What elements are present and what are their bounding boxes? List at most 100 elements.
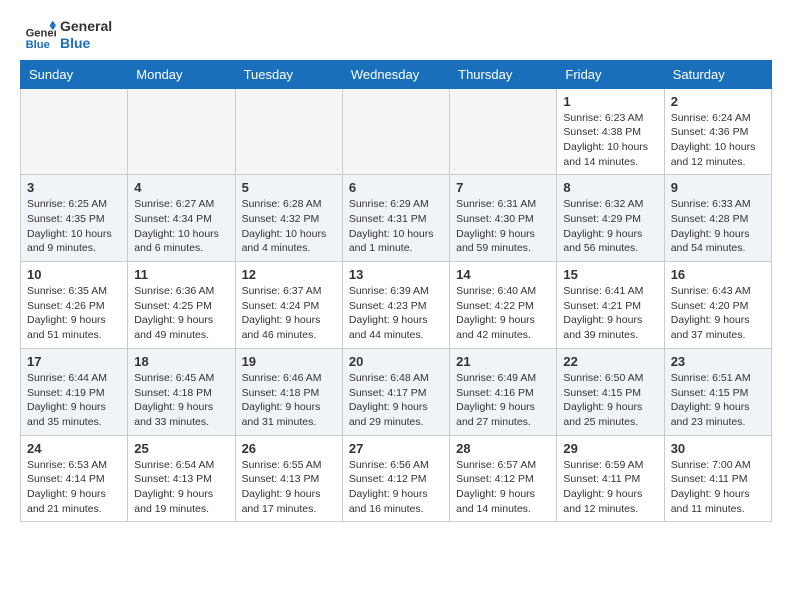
calendar-header-friday: Friday <box>557 60 664 88</box>
calendar-day: 17 Sunrise: 6:44 AM Sunset: 4:19 PM Dayli… <box>21 348 128 435</box>
calendar-day: 26 Sunrise: 6:55 AM Sunset: 4:13 PM Dayli… <box>235 435 342 522</box>
day-info: Sunrise: 6:31 AM Sunset: 4:30 PM Dayligh… <box>456 197 550 256</box>
day-number: 19 <box>242 354 336 369</box>
calendar-day: 15 Sunrise: 6:41 AM Sunset: 4:21 PM Dayli… <box>557 262 664 349</box>
calendar-day: 18 Sunrise: 6:45 AM Sunset: 4:18 PM Dayli… <box>128 348 235 435</box>
day-number: 28 <box>456 441 550 456</box>
day-info: Sunrise: 6:23 AM Sunset: 4:38 PM Dayligh… <box>563 111 657 170</box>
day-info: Sunrise: 6:39 AM Sunset: 4:23 PM Dayligh… <box>349 284 443 343</box>
calendar-day <box>235 88 342 175</box>
calendar-header-monday: Monday <box>128 60 235 88</box>
day-info: Sunrise: 6:36 AM Sunset: 4:25 PM Dayligh… <box>134 284 228 343</box>
day-info: Sunrise: 6:55 AM Sunset: 4:13 PM Dayligh… <box>242 458 336 517</box>
day-number: 3 <box>27 180 121 195</box>
day-info: Sunrise: 6:50 AM Sunset: 4:15 PM Dayligh… <box>563 371 657 430</box>
day-number: 16 <box>671 267 765 282</box>
svg-text:Blue: Blue <box>26 39 50 51</box>
day-number: 30 <box>671 441 765 456</box>
calendar-week-3: 10Sunrise: 6:35 AM Sunset: 4:26 PM Dayli… <box>21 262 772 349</box>
day-number: 22 <box>563 354 657 369</box>
calendar-day: 6 Sunrise: 6:29 AM Sunset: 4:31 PM Daylig… <box>342 175 449 262</box>
logo-icon: General Blue <box>24 19 56 51</box>
day-number: 17 <box>27 354 121 369</box>
calendar-day: 29Sunrise: 6:59 AM Sunset: 4:11 PM Dayli… <box>557 435 664 522</box>
day-number: 10 <box>27 267 121 282</box>
calendar-day: 5 Sunrise: 6:28 AM Sunset: 4:32 PM Daylig… <box>235 175 342 262</box>
logo: General Blue General Blue <box>24 18 112 52</box>
logo-text-blue: Blue <box>60 35 112 52</box>
day-number: 26 <box>242 441 336 456</box>
day-info: Sunrise: 6:43 AM Sunset: 4:20 PM Dayligh… <box>671 284 765 343</box>
day-number: 23 <box>671 354 765 369</box>
day-number: 25 <box>134 441 228 456</box>
day-number: 13 <box>349 267 443 282</box>
day-info: Sunrise: 6:56 AM Sunset: 4:12 PM Dayligh… <box>349 458 443 517</box>
day-info: Sunrise: 7:00 AM Sunset: 4:11 PM Dayligh… <box>671 458 765 517</box>
calendar-day: 11 Sunrise: 6:36 AM Sunset: 4:25 PM Dayli… <box>128 262 235 349</box>
day-info: Sunrise: 6:32 AM Sunset: 4:29 PM Dayligh… <box>563 197 657 256</box>
day-number: 9 <box>671 180 765 195</box>
page-header: General Blue General Blue <box>0 0 792 60</box>
calendar-day: 9 Sunrise: 6:33 AM Sunset: 4:28 PM Daylig… <box>664 175 771 262</box>
day-number: 7 <box>456 180 550 195</box>
day-number: 11 <box>134 267 228 282</box>
calendar-day: 14Sunrise: 6:40 AM Sunset: 4:22 PM Dayli… <box>450 262 557 349</box>
day-number: 5 <box>242 180 336 195</box>
calendar-header-thursday: Thursday <box>450 60 557 88</box>
day-info: Sunrise: 6:51 AM Sunset: 4:15 PM Dayligh… <box>671 371 765 430</box>
calendar-day: 2Sunrise: 6:24 AM Sunset: 4:36 PM Daylig… <box>664 88 771 175</box>
day-number: 15 <box>563 267 657 282</box>
day-info: Sunrise: 6:46 AM Sunset: 4:18 PM Dayligh… <box>242 371 336 430</box>
day-number: 12 <box>242 267 336 282</box>
calendar-day: 19 Sunrise: 6:46 AM Sunset: 4:18 PM Dayli… <box>235 348 342 435</box>
calendar-day: 16 Sunrise: 6:43 AM Sunset: 4:20 PM Dayli… <box>664 262 771 349</box>
day-info: Sunrise: 6:40 AM Sunset: 4:22 PM Dayligh… <box>456 284 550 343</box>
calendar-day: 30 Sunrise: 7:00 AM Sunset: 4:11 PM Dayli… <box>664 435 771 522</box>
day-info: Sunrise: 6:33 AM Sunset: 4:28 PM Dayligh… <box>671 197 765 256</box>
calendar-day <box>342 88 449 175</box>
day-info: Sunrise: 6:41 AM Sunset: 4:21 PM Dayligh… <box>563 284 657 343</box>
calendar-day: 25Sunrise: 6:54 AM Sunset: 4:13 PM Dayli… <box>128 435 235 522</box>
day-number: 8 <box>563 180 657 195</box>
svg-text:General: General <box>26 27 56 39</box>
calendar-day: 21 Sunrise: 6:49 AM Sunset: 4:16 PM Dayli… <box>450 348 557 435</box>
day-info: Sunrise: 6:48 AM Sunset: 4:17 PM Dayligh… <box>349 371 443 430</box>
day-info: Sunrise: 6:45 AM Sunset: 4:18 PM Dayligh… <box>134 371 228 430</box>
calendar-header-tuesday: Tuesday <box>235 60 342 88</box>
calendar-day: 4 Sunrise: 6:27 AM Sunset: 4:34 PM Daylig… <box>128 175 235 262</box>
calendar-day: 20Sunrise: 6:48 AM Sunset: 4:17 PM Dayli… <box>342 348 449 435</box>
day-info: Sunrise: 6:44 AM Sunset: 4:19 PM Dayligh… <box>27 371 121 430</box>
day-info: Sunrise: 6:53 AM Sunset: 4:14 PM Dayligh… <box>27 458 121 517</box>
calendar-day <box>128 88 235 175</box>
calendar-day: 27 Sunrise: 6:56 AM Sunset: 4:12 PM Dayli… <box>342 435 449 522</box>
day-number: 24 <box>27 441 121 456</box>
calendar-day: 1Sunrise: 6:23 AM Sunset: 4:38 PM Daylig… <box>557 88 664 175</box>
calendar-week-1: 1Sunrise: 6:23 AM Sunset: 4:38 PM Daylig… <box>21 88 772 175</box>
calendar-day: 12Sunrise: 6:37 AM Sunset: 4:24 PM Dayli… <box>235 262 342 349</box>
day-number: 27 <box>349 441 443 456</box>
day-info: Sunrise: 6:27 AM Sunset: 4:34 PM Dayligh… <box>134 197 228 256</box>
calendar-week-5: 24 Sunrise: 6:53 AM Sunset: 4:14 PM Dayli… <box>21 435 772 522</box>
logo-text-general: General <box>60 18 112 35</box>
day-info: Sunrise: 6:49 AM Sunset: 4:16 PM Dayligh… <box>456 371 550 430</box>
day-number: 21 <box>456 354 550 369</box>
calendar-week-2: 3 Sunrise: 6:25 AM Sunset: 4:35 PM Daylig… <box>21 175 772 262</box>
day-number: 18 <box>134 354 228 369</box>
calendar-wrapper: SundayMondayTuesdayWednesdayThursdayFrid… <box>0 60 792 533</box>
calendar-day <box>21 88 128 175</box>
calendar-day: 28 Sunrise: 6:57 AM Sunset: 4:12 PM Dayli… <box>450 435 557 522</box>
calendar-day: 7 Sunrise: 6:31 AM Sunset: 4:30 PM Daylig… <box>450 175 557 262</box>
day-number: 4 <box>134 180 228 195</box>
day-info: Sunrise: 6:28 AM Sunset: 4:32 PM Dayligh… <box>242 197 336 256</box>
day-number: 6 <box>349 180 443 195</box>
calendar-header-saturday: Saturday <box>664 60 771 88</box>
calendar-day <box>450 88 557 175</box>
calendar-day: 24 Sunrise: 6:53 AM Sunset: 4:14 PM Dayli… <box>21 435 128 522</box>
calendar-day: 3 Sunrise: 6:25 AM Sunset: 4:35 PM Daylig… <box>21 175 128 262</box>
day-info: Sunrise: 6:29 AM Sunset: 4:31 PM Dayligh… <box>349 197 443 256</box>
calendar-day: 8 Sunrise: 6:32 AM Sunset: 4:29 PM Daylig… <box>557 175 664 262</box>
day-info: Sunrise: 6:25 AM Sunset: 4:35 PM Dayligh… <box>27 197 121 256</box>
calendar-day: 22 Sunrise: 6:50 AM Sunset: 4:15 PM Dayli… <box>557 348 664 435</box>
day-info: Sunrise: 6:57 AM Sunset: 4:12 PM Dayligh… <box>456 458 550 517</box>
day-number: 2 <box>671 94 765 109</box>
